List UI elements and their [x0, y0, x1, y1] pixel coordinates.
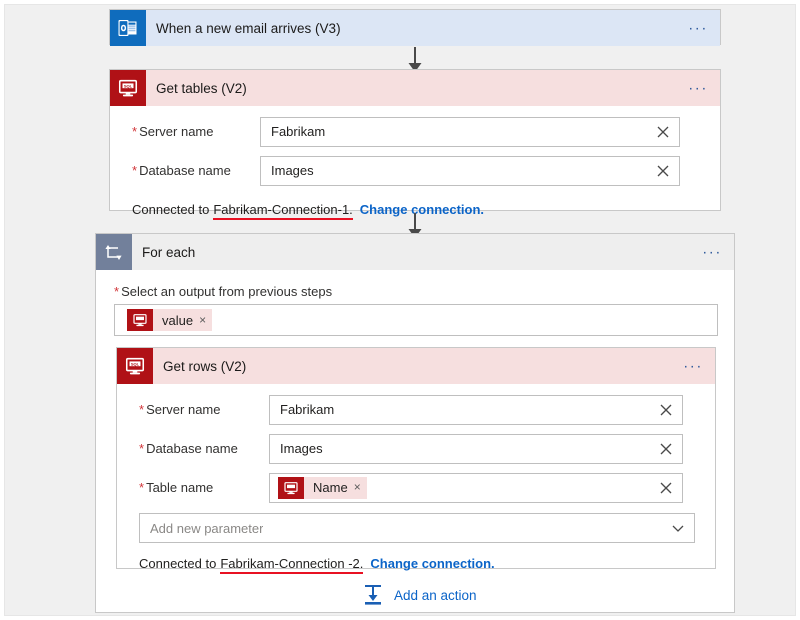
required-indicator: * — [139, 441, 144, 456]
get-rows-header[interactable]: SQL Get rows (V2) ··· — [117, 348, 715, 384]
for-each-header[interactable]: For each ··· — [96, 234, 734, 270]
select-output-label: *Select an output from previous steps — [114, 284, 332, 299]
sql-server-icon: SQL — [117, 348, 153, 384]
field-row-database-name: *Database name Images — [117, 430, 715, 467]
field-row-table-name: *Table name — [117, 469, 715, 506]
table-name-label: *Table name — [117, 480, 269, 495]
name-token[interactable]: Name × — [278, 477, 367, 499]
svg-text:SQL: SQL — [124, 84, 133, 89]
trigger-menu-button[interactable]: ··· — [688, 21, 708, 36]
required-indicator: * — [139, 402, 144, 417]
database-name-label: *Database name — [117, 441, 269, 456]
sql-server-icon — [127, 309, 153, 331]
get-tables-body: *Server name Fabrikam *Database name — [110, 113, 720, 220]
database-name-input[interactable]: Images — [269, 434, 683, 464]
server-name-value: Fabrikam — [271, 124, 325, 139]
get-rows-card[interactable]: SQL Get rows (V2) ··· *Server name — [116, 347, 716, 569]
clear-icon[interactable] — [659, 403, 673, 417]
database-name-value: Images — [280, 441, 323, 456]
connection-name: Fabrikam-Connection -2. — [220, 556, 363, 574]
clear-icon[interactable] — [656, 164, 670, 178]
for-each-card[interactable]: For each ··· *Select an output from prev… — [95, 233, 735, 613]
add-an-action-label: Add an action — [394, 588, 477, 603]
field-row-server-name: *Server name Fabrikam — [110, 113, 720, 150]
remove-token-icon[interactable]: × — [354, 481, 361, 494]
trigger-card[interactable]: When a new email arrives (V3) ··· — [109, 9, 721, 45]
svg-text:SQL: SQL — [131, 362, 140, 367]
server-name-input[interactable]: Fabrikam — [269, 395, 683, 425]
server-name-label: *Server name — [117, 402, 269, 417]
server-name-label: *Server name — [110, 124, 260, 139]
outlook-icon — [110, 10, 146, 46]
trigger-card-header[interactable]: When a new email arrives (V3) ··· — [110, 10, 720, 46]
get-rows-body: *Server name Fabrikam — [117, 391, 715, 574]
value-token-label: value — [153, 313, 199, 328]
trigger-title: When a new email arrives (V3) — [146, 21, 341, 36]
value-token[interactable]: value × — [127, 309, 212, 331]
name-token-label: Name — [304, 480, 354, 495]
sql-server-icon — [278, 477, 304, 499]
loop-icon — [96, 234, 132, 270]
change-connection-link[interactable]: Change connection. — [370, 556, 494, 571]
connection-name: Fabrikam-Connection-1. — [213, 202, 352, 220]
get-tables-menu-button[interactable]: ··· — [688, 81, 708, 96]
select-output-input[interactable]: value × — [114, 304, 718, 336]
clear-icon[interactable] — [659, 481, 673, 495]
chevron-down-icon[interactable] — [671, 521, 685, 535]
required-indicator: * — [132, 163, 137, 178]
get-tables-card[interactable]: SQL Get tables (V2) ··· *Server name Fab… — [109, 69, 721, 211]
get-rows-menu-button[interactable]: ··· — [683, 359, 703, 374]
database-name-label: *Database name — [110, 163, 260, 178]
database-name-value: Images — [271, 163, 314, 178]
connection-prefix: Connected to — [132, 202, 209, 217]
server-name-input[interactable]: Fabrikam — [260, 117, 680, 147]
add-an-action-button[interactable]: Add an action — [361, 582, 477, 609]
clear-icon[interactable] — [659, 442, 673, 456]
required-indicator: * — [114, 284, 119, 299]
field-row-database-name: *Database name Images — [110, 152, 720, 189]
get-tables-header[interactable]: SQL Get tables (V2) ··· — [110, 70, 720, 106]
sql-server-icon: SQL — [110, 70, 146, 106]
for-each-menu-button[interactable]: ··· — [702, 245, 722, 260]
get-tables-title: Get tables (V2) — [146, 81, 247, 96]
insert-action-icon — [361, 582, 385, 609]
clear-icon[interactable] — [656, 125, 670, 139]
required-indicator: * — [132, 124, 137, 139]
database-name-input[interactable]: Images — [260, 156, 680, 186]
designer-canvas: When a new email arrives (V3) ··· SQL — [4, 4, 796, 616]
table-name-input[interactable]: Name × — [269, 473, 683, 503]
get-rows-connection-line: Connected to Fabrikam-Connection -2. Cha… — [117, 556, 715, 574]
required-indicator: * — [139, 480, 144, 495]
for-each-title: For each — [132, 245, 195, 260]
connection-prefix: Connected to — [139, 556, 216, 571]
get-rows-title: Get rows (V2) — [153, 359, 246, 374]
server-name-value: Fabrikam — [280, 402, 334, 417]
remove-token-icon[interactable]: × — [199, 314, 206, 327]
add-new-parameter-placeholder: Add new parameter — [150, 521, 263, 536]
field-row-server-name: *Server name Fabrikam — [117, 391, 715, 428]
add-new-parameter-dropdown[interactable]: Add new parameter — [139, 513, 695, 543]
